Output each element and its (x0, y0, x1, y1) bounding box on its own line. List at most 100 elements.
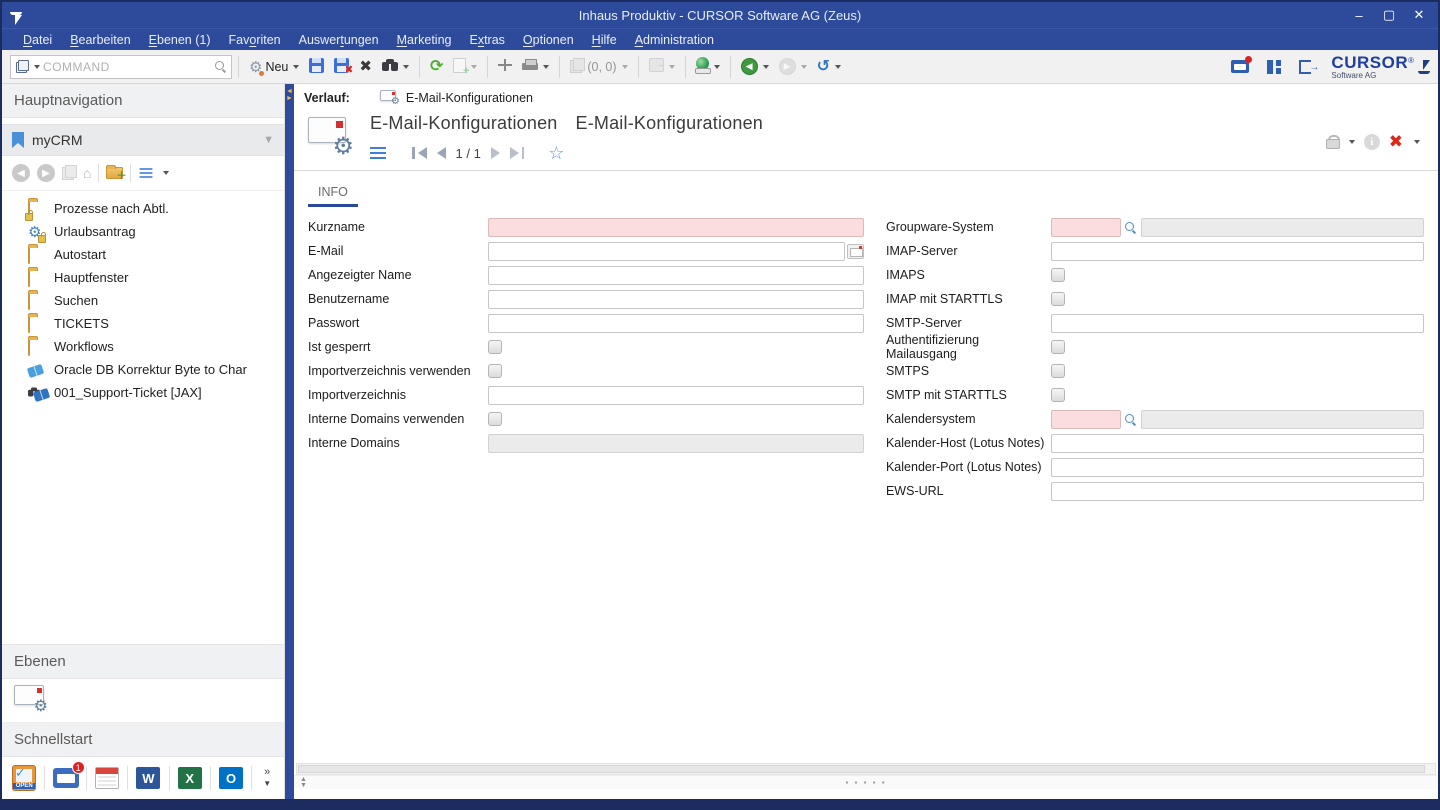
forward-button-caret-icon[interactable] (801, 65, 807, 69)
tree-item[interactable]: Workflows (2, 335, 284, 358)
quickstart-outlook[interactable]: O (217, 763, 245, 793)
menu-ebenen-1[interactable]: Ebenen (1) (140, 31, 220, 49)
search-button-caret-icon[interactable] (403, 65, 409, 69)
menu-administration[interactable]: Administration (626, 31, 723, 49)
imap-mit-starttls-checkbox[interactable] (1051, 292, 1065, 306)
kalender-host-lotus-notes-field[interactable] (1051, 434, 1424, 453)
copies-button-caret-icon[interactable] (622, 65, 628, 69)
benutzername-field[interactable] (488, 290, 864, 309)
lock-icon[interactable] (1326, 135, 1338, 149)
close-record-caret-icon[interactable] (1414, 140, 1420, 144)
smtps-checkbox[interactable] (1051, 364, 1065, 378)
back-button[interactable]: ◀ (737, 54, 773, 80)
new-button-caret-icon[interactable] (293, 65, 299, 69)
next-record-button[interactable] (491, 147, 500, 159)
first-record-button[interactable] (412, 147, 427, 159)
quickstart-open-crm[interactable]: ✓ (10, 763, 38, 793)
groupware-system-key-field[interactable] (1051, 218, 1121, 237)
lookup-search-icon[interactable] (1125, 222, 1136, 233)
entity-selector-caret-icon[interactable] (34, 65, 40, 69)
tree-item[interactable]: ⚙Urlaubsantrag (2, 220, 284, 243)
delete-button[interactable]: ✖ (355, 54, 376, 80)
print-button[interactable] (518, 54, 553, 80)
info-icon[interactable]: i (1364, 134, 1380, 150)
tree-item[interactable]: Suchen (2, 289, 284, 312)
list-view-button[interactable] (140, 168, 153, 178)
quickstart-inbox[interactable]: 1 (51, 763, 79, 793)
ews-url-field[interactable] (1051, 482, 1424, 501)
email-config-layer-icon[interactable]: ⚙ (14, 685, 48, 713)
previous-record-button[interactable] (437, 147, 446, 159)
history-link[interactable]: E-Mail-Konfigurationen (406, 91, 533, 105)
quickstart-overflow-button[interactable]: »▼ (258, 763, 276, 793)
compose-email-icon[interactable] (847, 244, 864, 259)
merge-button[interactable] (494, 54, 516, 80)
quickstart-calendar[interactable] (93, 763, 121, 793)
imap-server-field[interactable] (1051, 242, 1424, 261)
command-input[interactable] (43, 60, 212, 74)
lookup-search-icon[interactable] (1125, 414, 1136, 425)
splitter-collapse-icon[interactable]: ◄► (286, 88, 293, 102)
quickstart-excel[interactable]: X (176, 763, 204, 793)
e-mail-field[interactable] (488, 242, 845, 261)
record-menu-icon[interactable] (370, 147, 386, 159)
tiles-button[interactable] (1263, 54, 1285, 80)
menu-hilfe[interactable]: Hilfe (583, 31, 626, 49)
last-record-button[interactable] (510, 147, 525, 159)
tree-item[interactable]: 001_Support-Ticket [JAX] (2, 381, 284, 404)
tree-item[interactable]: Hauptfenster (2, 266, 284, 289)
menu-extras[interactable]: Extras (460, 31, 513, 49)
importverzeichnis-field[interactable] (488, 386, 864, 405)
workspace-selector[interactable]: myCRM ▼ (2, 124, 284, 156)
menu-favoriten[interactable]: Favoriten (220, 31, 290, 49)
favorite-star-icon[interactable]: ☆ (548, 144, 564, 162)
list-view-caret-icon[interactable] (163, 171, 169, 175)
menu-datei[interactable]: Datei (14, 31, 61, 49)
save-button[interactable] (305, 54, 328, 80)
imaps-checkbox[interactable] (1051, 268, 1065, 282)
splitter-grip-icon[interactable]: ▪ ▪ ▪ ▪ ▪ (845, 778, 886, 787)
new-document-button-caret-icon[interactable] (471, 65, 477, 69)
tree-item[interactable]: Oracle DB Korrektur Byte to Char (2, 358, 284, 381)
importverzeichnis-verwenden-checkbox[interactable] (488, 364, 502, 378)
minimize-button[interactable]: – (1346, 5, 1372, 25)
tree-item[interactable]: Autostart (2, 243, 284, 266)
sidebar-splitter[interactable]: ◄► (285, 84, 294, 799)
internet-button[interactable] (692, 54, 724, 80)
ist-gesperrt-checkbox[interactable] (488, 340, 502, 354)
smtp-server-field[interactable] (1051, 314, 1424, 333)
passwort-field[interactable] (488, 314, 864, 333)
kalendersystem-key-field[interactable] (1051, 410, 1121, 429)
notifications-button[interactable] (1227, 54, 1253, 80)
history-button-caret-icon[interactable] (835, 65, 841, 69)
quickstart-word[interactable]: W (134, 763, 162, 793)
angezeigter-name-field[interactable] (488, 266, 864, 285)
back-button-caret-icon[interactable] (763, 65, 769, 69)
chevron-down-icon[interactable]: ▼ (263, 134, 274, 146)
bottom-splitter[interactable]: ▲▼ ▪ ▪ ▪ ▪ ▪ (294, 775, 1438, 789)
kalender-port-lotus-notes-field[interactable] (1051, 458, 1424, 477)
kurzname-field[interactable] (488, 218, 864, 237)
home-button[interactable]: ⌂ (83, 165, 91, 181)
close-button[interactable]: ✕ (1406, 5, 1432, 25)
smtp-mit-starttls-checkbox[interactable] (1051, 388, 1065, 402)
logout-button[interactable] (1295, 54, 1315, 80)
internet-button-caret-icon[interactable] (714, 65, 720, 69)
ebenen-header[interactable]: Ebenen (2, 644, 284, 679)
export-button-caret-icon[interactable] (669, 65, 675, 69)
lock-caret-icon[interactable] (1349, 140, 1355, 144)
search-button[interactable] (378, 54, 413, 80)
interne-domains-verwenden-checkbox[interactable] (488, 412, 502, 426)
tree-item[interactable]: Prozesse nach Abtl. (2, 197, 284, 220)
new-button[interactable]: ⚙Neu (245, 54, 303, 80)
horizontal-scrollbar[interactable] (296, 763, 1436, 775)
refresh-button[interactable]: ⟳ (426, 54, 447, 80)
menu-marketing[interactable]: Marketing (388, 31, 461, 49)
menu-bearbeiten[interactable]: Bearbeiten (61, 31, 139, 49)
add-folder-button[interactable]: ＋ (106, 164, 123, 182)
command-box[interactable] (10, 55, 232, 79)
discard-button[interactable]: ✖ (330, 54, 353, 80)
nav-forward-button[interactable]: ▶ (37, 164, 55, 182)
menu-optionen[interactable]: Optionen (514, 31, 583, 49)
print-button-caret-icon[interactable] (543, 65, 549, 69)
